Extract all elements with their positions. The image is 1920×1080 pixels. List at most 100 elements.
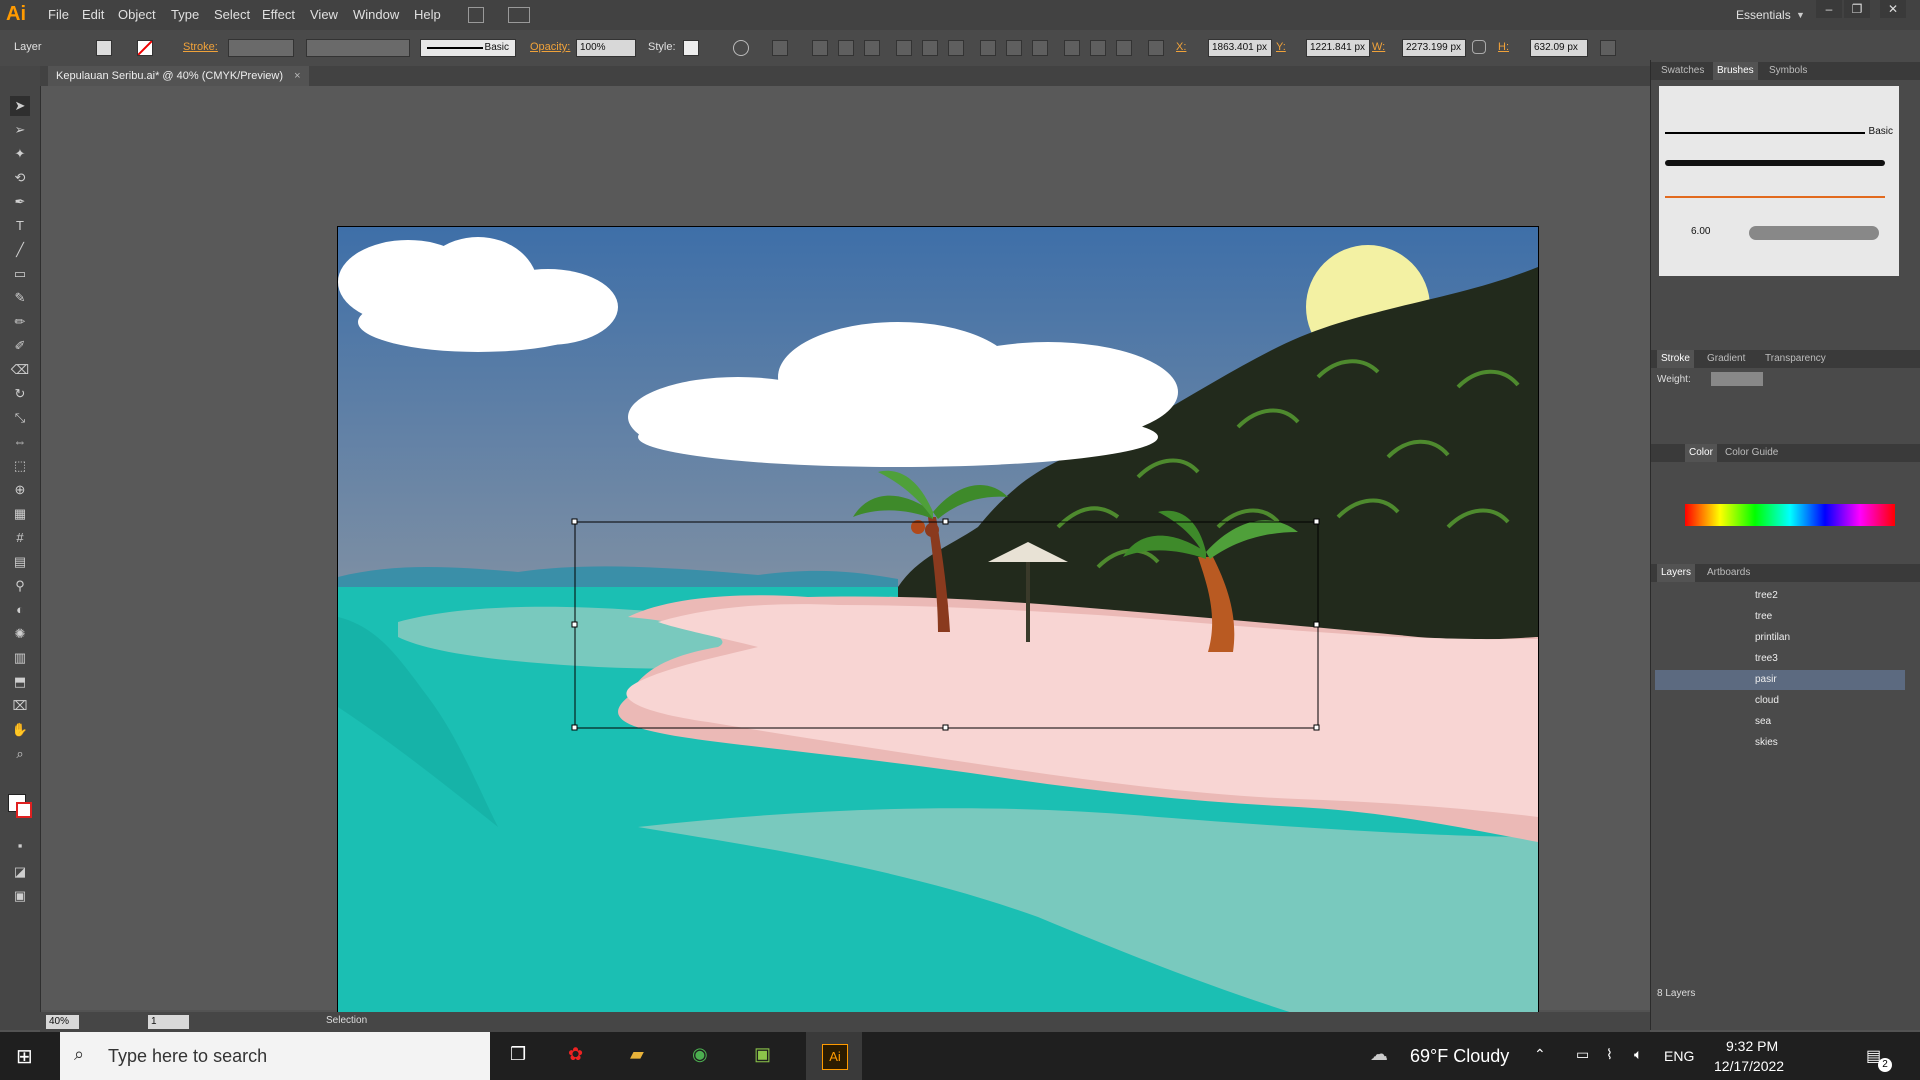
volume-icon[interactable]: 🔈︎: [1634, 1046, 1642, 1063]
mesh-tool-icon[interactable]: #: [10, 528, 30, 548]
align-center-icon[interactable]: [838, 40, 854, 56]
close-button[interactable]: ✕: [1880, 0, 1906, 18]
type-tool-icon[interactable]: T: [10, 216, 30, 236]
blend-tool-icon[interactable]: ◐: [10, 600, 30, 620]
clock-date[interactable]: 12/17/2022: [1714, 1058, 1784, 1074]
menu-window[interactable]: Window: [353, 0, 399, 30]
canvas-area[interactable]: [41, 86, 1650, 1028]
charcoal-brush-stroke[interactable]: [1665, 160, 1885, 166]
network-icon[interactable]: ⌇: [1606, 1046, 1613, 1063]
width-tool-icon[interactable]: ⇔: [10, 432, 30, 452]
slice-tool-icon[interactable]: ⌧: [10, 696, 30, 716]
screen-mode-icon[interactable]: ▣: [10, 886, 30, 906]
gradient-tool-icon[interactable]: ▤: [10, 552, 30, 572]
chrome-icon[interactable]: ◉: [692, 1044, 716, 1068]
illustrator-taskbar-button[interactable]: Ai: [806, 1032, 862, 1080]
layer-row[interactable]: pasir: [1655, 670, 1905, 690]
workspace-switcher[interactable]: Essentials: [1736, 0, 1791, 30]
paint-app-icon[interactable]: ✿: [568, 1044, 592, 1068]
menu-type[interactable]: Type: [171, 0, 199, 30]
battery-icon[interactable]: ▭: [1576, 1046, 1589, 1063]
current-tool-label[interactable]: Selection: [326, 1015, 367, 1026]
pencil-tool-icon[interactable]: ✏: [10, 312, 30, 332]
menu-file[interactable]: File: [48, 0, 69, 30]
perspective-grid-tool-icon[interactable]: ▦: [10, 504, 30, 524]
align-middle-icon[interactable]: [922, 40, 938, 56]
h-field[interactable]: 632.09 px: [1530, 39, 1588, 57]
stroke-weight-field[interactable]: [228, 39, 294, 57]
fill-swatch[interactable]: [96, 40, 112, 56]
align-bottom-icon[interactable]: [948, 40, 964, 56]
artboard-navigation-field[interactable]: 1: [148, 1015, 189, 1029]
paintbrush-tool-icon[interactable]: ✎: [10, 288, 30, 308]
artboard[interactable]: [337, 226, 1539, 1028]
tab-gradient[interactable]: Gradient: [1703, 350, 1749, 368]
menu-object[interactable]: Object: [118, 0, 156, 30]
menu-effect[interactable]: Effect: [262, 0, 295, 30]
brush-definition[interactable]: Basic: [420, 39, 516, 57]
tab-layers[interactable]: Layers: [1657, 564, 1696, 582]
close-tab-icon[interactable]: ×: [294, 70, 300, 82]
variable-width-profile[interactable]: [306, 39, 410, 57]
basic-brush-stroke[interactable]: [1665, 132, 1865, 134]
restore-button[interactable]: ❐: [1844, 0, 1870, 18]
opacity-label[interactable]: Opacity:: [530, 41, 570, 53]
menu-view[interactable]: View: [310, 0, 338, 30]
menu-help[interactable]: Help: [414, 0, 441, 30]
distribute-middle-icon[interactable]: [1006, 40, 1022, 56]
layer-row[interactable]: skies: [1655, 733, 1905, 753]
line-tool-icon[interactable]: ╱: [10, 240, 30, 260]
pen-tool-icon[interactable]: ✒: [10, 192, 30, 212]
layer-row[interactable]: printilan: [1655, 628, 1905, 648]
align-right-icon[interactable]: [864, 40, 880, 56]
opacity-field[interactable]: 100%: [576, 39, 636, 57]
beach-illustration[interactable]: [338, 227, 1538, 1027]
scale-tool-icon[interactable]: ⤡: [10, 408, 30, 428]
bridge-icon[interactable]: [468, 7, 484, 23]
column-graph-tool-icon[interactable]: ▥: [10, 648, 30, 668]
recolor-artwork-icon[interactable]: [733, 40, 749, 56]
symbol-sprayer-tool-icon[interactable]: ✺: [10, 624, 30, 644]
distribute-bottom-icon[interactable]: [1032, 40, 1048, 56]
color-spectrum[interactable]: [1685, 504, 1895, 526]
weather-text[interactable]: 69°F Cloudy: [1410, 1046, 1509, 1067]
file-explorer-icon[interactable]: ▰: [630, 1044, 654, 1068]
menu-select[interactable]: Select: [214, 0, 250, 30]
layer-row[interactable]: cloud: [1655, 691, 1905, 711]
eyedropper-tool-icon[interactable]: ⚲: [10, 576, 30, 596]
constrain-proportions-icon[interactable]: [1472, 40, 1486, 54]
layer-row[interactable]: tree3: [1655, 649, 1905, 669]
distribute-center-icon[interactable]: [1090, 40, 1106, 56]
distribute-top-icon[interactable]: [980, 40, 996, 56]
reference-point-icon[interactable]: [1148, 40, 1164, 56]
task-view-icon[interactable]: ❒: [510, 1044, 534, 1068]
layer-row[interactable]: tree2: [1655, 586, 1905, 606]
y-field[interactable]: 1221.841 px: [1306, 39, 1370, 57]
photos-app-icon[interactable]: ▣: [754, 1044, 778, 1068]
tab-swatches[interactable]: Swatches: [1657, 62, 1708, 80]
align-left-icon[interactable]: [812, 40, 828, 56]
clock-time[interactable]: 9:32 PM: [1726, 1038, 1778, 1054]
distribute-right-icon[interactable]: [1116, 40, 1132, 56]
tab-transparency[interactable]: Transparency: [1761, 350, 1830, 368]
bristle-brush-stroke[interactable]: [1749, 226, 1879, 240]
weight-field[interactable]: [1711, 372, 1763, 386]
tab-stroke[interactable]: Stroke: [1657, 350, 1694, 368]
hidden-icons-chevron-icon[interactable]: ⌃: [1534, 1046, 1546, 1063]
stroke-swatch[interactable]: [137, 40, 153, 56]
graphic-style-swatch[interactable]: [683, 40, 699, 56]
document-tab[interactable]: Kepulauan Seribu.ai* @ 40% (CMYK/Preview…: [48, 66, 309, 86]
eraser-tool-icon[interactable]: ⌫: [10, 360, 30, 380]
distribute-left-icon[interactable]: [1064, 40, 1080, 56]
align-to-icon[interactable]: [772, 40, 788, 56]
x-field[interactable]: 1863.401 px: [1208, 39, 1272, 57]
tab-symbols[interactable]: Symbols: [1765, 62, 1811, 80]
color-mode-icon[interactable]: ▪: [10, 836, 30, 856]
layer-row[interactable]: tree: [1655, 607, 1905, 627]
lasso-tool-icon[interactable]: ⟲: [10, 168, 30, 188]
direct-selection-tool-icon[interactable]: ➢: [10, 120, 30, 140]
tab-artboards[interactable]: Artboards: [1703, 564, 1754, 582]
stroke-label[interactable]: Stroke:: [183, 41, 218, 53]
free-transform-tool-icon[interactable]: ⬚: [10, 456, 30, 476]
menu-edit[interactable]: Edit: [82, 0, 104, 30]
